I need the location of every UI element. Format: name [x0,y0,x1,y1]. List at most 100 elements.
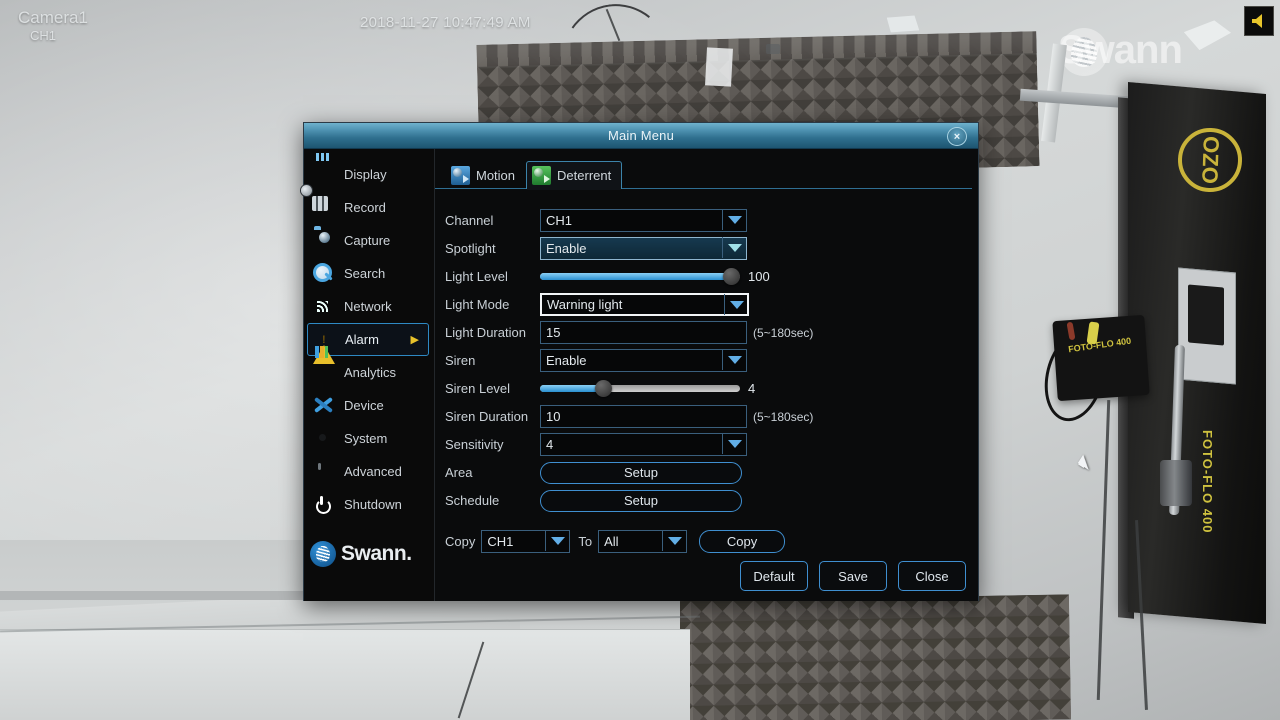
tab-bar: Motion Deterrent [435,159,978,190]
field-row-channel: Channel CH1 [445,207,978,234]
schedule-label: Schedule [445,493,500,508]
chevron-down-icon[interactable] [662,530,686,551]
sidebar-item-analytics[interactable]: Analytics [304,356,434,389]
tab-deterrent[interactable]: Deterrent [526,161,623,190]
light-level-value: 100 [748,269,770,284]
slider-fill [540,385,604,392]
sidebar-item-label: Analytics [344,365,397,380]
tab-label: Motion [476,168,516,183]
camera-name-osd: Camera1 [18,8,88,27]
sidebar-item-label: Advanced [344,464,402,479]
sidebar-item-search[interactable]: Search [304,257,434,290]
copy-target-value: All [604,534,619,549]
siren-level-slider[interactable] [540,378,740,399]
siren-level-label: Siren Level [445,381,511,396]
schedule-setup-button[interactable]: Setup [540,489,742,512]
field-row-light-mode: Light Mode Warning light [445,291,978,318]
sidebar-item-record[interactable]: Record [304,191,434,224]
content-pane: Motion Deterrent Channel CH1 Spotlight E… [435,149,1089,601]
chevron-down-icon[interactable] [722,237,746,258]
channel-label: Channel [445,213,494,228]
close-icon[interactable]: × [947,127,967,146]
siren-duration-hint: (5~180sec) [753,409,814,424]
main-menu-window: Main Menu × Display Record Capture Searc… [303,122,1089,601]
spotlight-label: Spotlight [445,241,496,256]
search-icon [312,262,336,286]
spotlight-select[interactable]: Enable [540,237,747,260]
light-level-slider[interactable] [540,266,740,287]
light-duration-input[interactable]: 15 [540,321,747,344]
record-icon [312,196,336,220]
field-row-spotlight: Spotlight Enable [445,235,978,262]
slider-fill [540,273,732,280]
sidebar-item-system[interactable]: System [304,422,434,455]
tab-motion[interactable]: Motion [445,161,526,189]
slider-handle[interactable] [723,268,740,285]
channel-select[interactable]: CH1 [540,209,747,232]
field-row-light-duration: Light Duration 15 (5~180sec) [445,319,978,346]
sidebar-item-shutdown[interactable]: Shutdown [304,488,434,521]
area-setup-button[interactable]: Setup [540,461,742,484]
siren-duration-input[interactable]: 10 [540,405,747,428]
speaker-icon[interactable] [1244,6,1274,36]
field-row-siren-level: Siren Level 4 [445,375,978,402]
save-button[interactable]: Save [819,561,887,591]
chevron-down-icon[interactable] [722,349,746,370]
sidebar-item-label: Capture [344,233,391,248]
sidebar-item-advanced[interactable]: Advanced [304,455,434,488]
siren-duration-label: Siren Duration [445,409,529,424]
light-duration-value: 15 [546,325,561,340]
siren-label: Siren [445,353,476,368]
field-row-siren-duration: Siren Duration 10 (5~180sec) [445,403,978,430]
light-clamp [1160,460,1192,506]
swann-logo: Swann [310,541,412,567]
field-row-light-level: Light Level 100 [445,263,978,290]
copy-label: Copy [445,534,476,549]
sidebar-item-capture[interactable]: Capture [304,224,434,257]
light-duration-label: Light Duration [445,325,526,340]
chevron-down-icon[interactable] [722,433,746,454]
slider-handle[interactable] [594,380,612,397]
sidebar-item-label: Alarm [345,332,379,347]
spotlight-value: Enable [546,241,587,256]
light-mount-socket [1188,284,1224,346]
field-row-sensitivity: Sensitivity 4 [445,431,978,458]
sidebar-item-label: Device [344,398,384,413]
field-row-schedule: Schedule Setup [445,487,978,514]
siren-value: Enable [546,353,587,368]
swann-logo-icon [310,541,336,567]
page-title: Main Menu [607,128,675,143]
sidebar-item-label: Network [344,299,392,314]
sidebar-item-network[interactable]: Network [304,290,434,323]
default-button[interactable]: Default [740,561,808,591]
copy-target-select[interactable]: All [598,530,688,553]
window-title-bar: Main Menu × [304,123,978,149]
chevron-down-icon[interactable] [545,530,569,551]
fotoflo-brand-mark: FOTO-FLO 400 [1200,430,1215,534]
timestamp-osd: 2018-11-27 10:47:49 AM [360,14,531,31]
deterrent-settings-form: Channel CH1 Spotlight Enable Light Level… [435,207,978,514]
siren-level-value: 4 [748,381,756,396]
light-mode-select[interactable]: Warning light [540,293,749,316]
sidebar-item-display[interactable]: Display [304,158,434,191]
sidebar-item-label: Record [344,200,386,215]
chevron-down-icon[interactable] [722,209,746,230]
motion-icon [451,166,470,185]
camera-channel-osd: CH1 [30,28,57,43]
sidebar-item-label: Display [344,167,387,182]
light-mode-value: Warning light [547,297,623,312]
channel-value: CH1 [546,213,573,228]
copy-button[interactable]: Copy [699,530,786,553]
display-icon [312,163,336,187]
analytics-icon [312,361,336,385]
system-icon [312,427,336,451]
sensitivity-select[interactable]: 4 [540,433,747,456]
sidebar-item-device[interactable]: Device [304,389,434,422]
light-level-label: Light Level [445,269,508,284]
chevron-down-icon[interactable] [724,294,748,315]
siren-select[interactable]: Enable [540,349,747,372]
wall-screw-mark [766,44,780,54]
close-button[interactable]: Close [898,561,966,591]
area-label: Area [445,465,473,480]
copy-source-select[interactable]: CH1 [481,530,571,553]
